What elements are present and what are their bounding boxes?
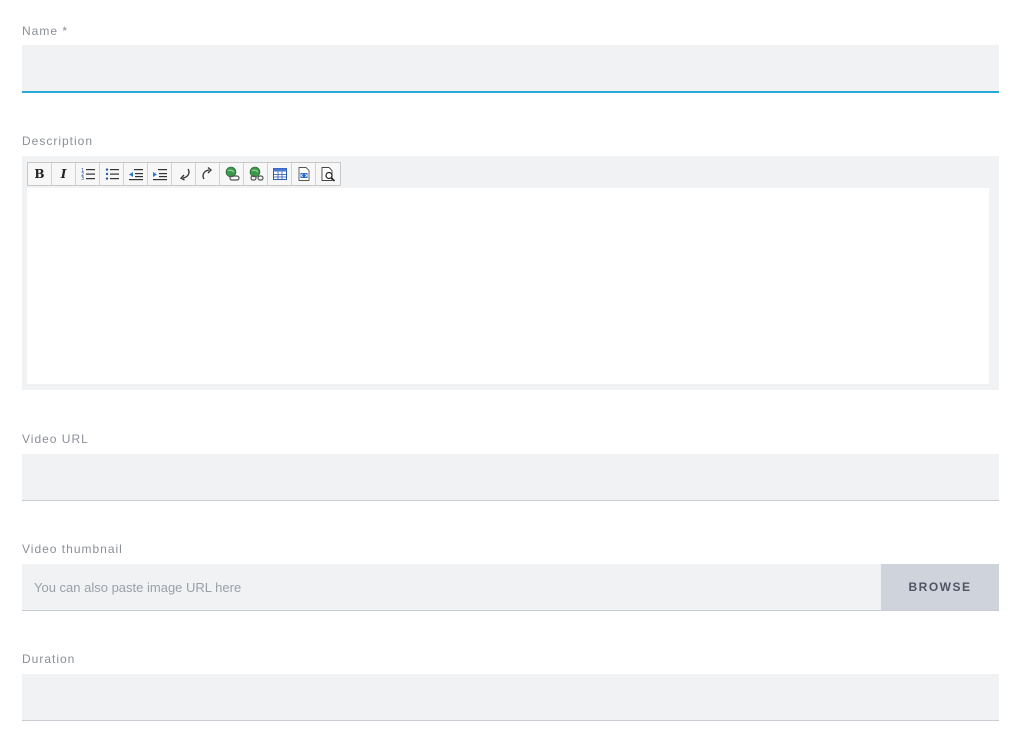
video-thumbnail-input[interactable]: [22, 564, 881, 610]
redo-icon: [201, 167, 212, 180]
unlink-button[interactable]: [244, 163, 268, 185]
bold-icon: B: [34, 167, 45, 181]
video-url-field[interactable]: [22, 454, 999, 501]
preview-icon: [321, 167, 336, 182]
unlink-icon: [249, 166, 264, 181]
duration-input[interactable]: [22, 674, 999, 720]
italic-button[interactable]: I: [52, 163, 76, 185]
bold-button[interactable]: B: [28, 163, 52, 185]
link-icon: [225, 166, 240, 181]
link-button[interactable]: [220, 163, 244, 185]
duration-label: Duration: [22, 652, 76, 666]
preview-button[interactable]: [316, 163, 340, 185]
italic-icon: I: [60, 167, 67, 181]
video-url-label: Video URL: [22, 432, 89, 446]
browse-button[interactable]: BROWSE: [881, 564, 999, 610]
svg-text:3: 3: [81, 176, 84, 182]
indent-icon: [152, 169, 167, 181]
table-button[interactable]: [268, 163, 292, 185]
description-label: Description: [22, 134, 94, 148]
name-label: Name *: [22, 24, 69, 38]
duration-field[interactable]: [22, 674, 999, 721]
editor-toolbar: B I 1 2 3: [27, 162, 341, 186]
undo-icon: [179, 168, 190, 181]
name-field[interactable]: [22, 45, 999, 93]
video-url-input[interactable]: [22, 454, 999, 500]
ordered-list-icon: 1 2 3: [81, 168, 95, 182]
unordered-list-icon: [105, 168, 119, 180]
video-thumbnail-field[interactable]: BROWSE: [22, 564, 999, 611]
html-source-icon: [298, 167, 309, 181]
table-icon: [272, 168, 287, 180]
html-source-button[interactable]: [292, 163, 316, 185]
outdent-button[interactable]: [124, 163, 148, 185]
name-input[interactable]: [22, 45, 999, 91]
redo-button[interactable]: [196, 163, 220, 185]
video-thumbnail-label: Video thumbnail: [22, 542, 123, 556]
undo-button[interactable]: [172, 163, 196, 185]
ordered-list-button[interactable]: 1 2 3: [76, 163, 100, 185]
unordered-list-button[interactable]: [100, 163, 124, 185]
outdent-icon: [128, 169, 143, 181]
description-editor: B I 1 2 3: [22, 156, 999, 390]
indent-button[interactable]: [148, 163, 172, 185]
editor-content-area[interactable]: [27, 188, 989, 384]
